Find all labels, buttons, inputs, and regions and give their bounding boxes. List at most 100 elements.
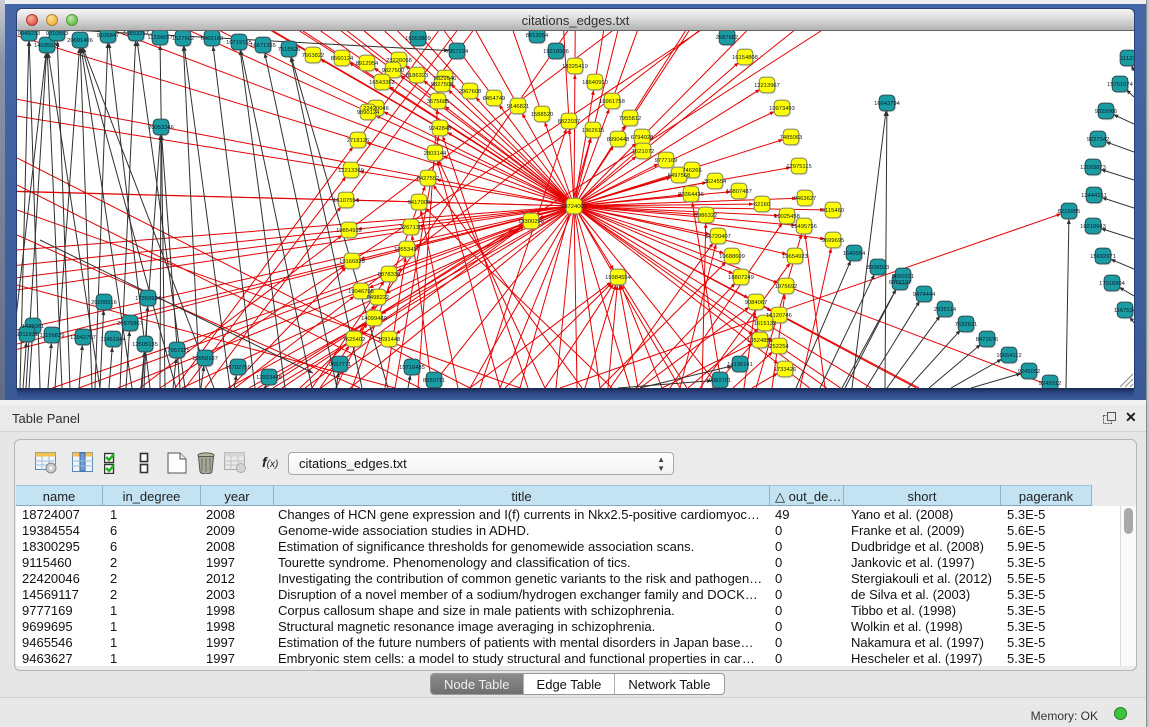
svg-text:16107554: 16107554 — [333, 198, 360, 204]
svg-text:19654923: 19654923 — [782, 254, 808, 260]
svg-text:14136141: 14136141 — [727, 362, 753, 368]
svg-text:10807487: 10807487 — [726, 189, 752, 195]
svg-text:9245012: 9245012 — [1039, 381, 1062, 387]
svg-text:10973493: 10973493 — [769, 106, 795, 112]
svg-text:1362615: 1362615 — [582, 128, 605, 134]
svg-text:1640954: 1640954 — [843, 251, 866, 257]
svg-text:12942757: 12942757 — [70, 335, 96, 341]
svg-text:9777169: 9777169 — [655, 158, 678, 164]
svg-text:12975115: 12975115 — [786, 164, 811, 170]
svg-text:8822037: 8822037 — [558, 119, 581, 125]
svg-text:12213967: 12213967 — [754, 83, 780, 89]
svg-text:9417006: 9417006 — [408, 200, 431, 206]
svg-text:1975692: 1975692 — [775, 284, 798, 290]
svg-text:12093873: 12093873 — [1080, 165, 1106, 171]
svg-text:3675685: 3675685 — [427, 99, 450, 105]
svg-text:11234557: 11234557 — [147, 35, 172, 41]
svg-text:16671355: 16671355 — [250, 43, 276, 49]
svg-text:15720407: 15720407 — [705, 234, 731, 240]
svg-text:9242848: 9242848 — [429, 126, 452, 132]
svg-text:9890124: 9890124 — [357, 110, 380, 116]
svg-text:1733426: 1733426 — [774, 367, 797, 373]
svg-text:11451944: 11451944 — [100, 337, 126, 343]
svg-text:8660124: 8660124 — [331, 56, 354, 62]
svg-text:9827500: 9827500 — [382, 68, 405, 74]
svg-text:9657771: 9657771 — [329, 362, 352, 368]
svg-text:12213369: 12213369 — [338, 168, 364, 174]
svg-text:2687682: 2687682 — [716, 35, 739, 41]
svg-text:62160: 62160 — [754, 202, 770, 208]
svg-text:17359924: 17359924 — [135, 296, 162, 302]
svg-text:7632621: 7632621 — [955, 322, 978, 328]
svg-text:746266: 746266 — [682, 168, 701, 174]
svg-text:20053346: 20053346 — [148, 125, 174, 131]
svg-text:252254: 252254 — [769, 344, 789, 350]
svg-text:23226058: 23226058 — [386, 58, 412, 64]
svg-text:16210643: 16210643 — [1080, 224, 1106, 230]
svg-text:16154808: 16154808 — [732, 55, 758, 61]
svg-text:7357224: 7357224 — [446, 49, 469, 55]
svg-text:16120746: 16120746 — [766, 313, 792, 319]
svg-text:9245052: 9245052 — [1018, 369, 1041, 375]
svg-text:3267130: 3267130 — [400, 225, 423, 231]
svg-text:1588520: 1588520 — [531, 112, 554, 118]
svg-text:8454749: 8454749 — [483, 96, 506, 102]
svg-text:9084067: 9084067 — [745, 300, 768, 306]
svg-text:6794028: 6794028 — [631, 135, 654, 141]
svg-text:16543362: 16543362 — [369, 80, 395, 86]
svg-text:12923448: 12923448 — [256, 375, 282, 381]
svg-text:7986322: 7986322 — [695, 213, 718, 219]
svg-text:9329966: 9329966 — [1095, 109, 1118, 115]
svg-text:10958107: 10958107 — [192, 356, 218, 362]
svg-text:1615132: 1615132 — [754, 321, 777, 327]
svg-text:8650711: 8650711 — [423, 378, 445, 384]
svg-text:9106847: 9106847 — [97, 33, 120, 39]
svg-text:17957225: 17957225 — [164, 348, 190, 354]
svg-text:10688609: 10688609 — [719, 254, 745, 260]
svg-text:16782759: 16782759 — [225, 365, 251, 371]
svg-text:14035571: 14035571 — [34, 43, 60, 49]
svg-text:9146821: 9146821 — [507, 104, 530, 110]
svg-text:18640910: 18640910 — [582, 80, 608, 86]
svg-text:2967608: 2967608 — [459, 89, 482, 95]
svg-text:19384554: 19384554 — [605, 275, 632, 281]
svg-text:9498222: 9498222 — [367, 295, 390, 301]
svg-text:7663822: 7663822 — [302, 53, 325, 59]
svg-text:20206516: 20206516 — [91, 300, 117, 306]
svg-text:6466160: 6466160 — [201, 36, 224, 42]
svg-text:9650331: 9650331 — [892, 274, 915, 280]
svg-text:10654112: 10654112 — [996, 353, 1021, 359]
svg-text:1167534: 1167534 — [1114, 308, 1134, 314]
svg-text:15692971: 15692971 — [1090, 254, 1116, 260]
svg-text:10719155: 10719155 — [226, 40, 252, 46]
svg-text:20364436: 20364436 — [678, 192, 704, 198]
svg-text:19553416: 19553416 — [394, 247, 420, 253]
svg-text:9463627: 9463627 — [794, 196, 817, 202]
svg-text:1691448: 1691448 — [378, 337, 401, 343]
svg-text:8471676: 8471676 — [976, 337, 999, 343]
svg-text:8186323: 8186323 — [406, 73, 429, 79]
svg-text:7485063: 7485063 — [780, 135, 803, 141]
svg-text:10025458: 10025458 — [774, 214, 800, 220]
svg-text:7515526: 7515526 — [278, 47, 301, 53]
svg-text:11156829: 11156829 — [40, 333, 65, 339]
svg-text:8990448: 8990448 — [607, 137, 630, 143]
svg-text:20975867: 20975867 — [117, 321, 143, 327]
svg-text:8215955: 8215955 — [1058, 209, 1081, 215]
svg-text:9310563: 9310563 — [46, 31, 69, 37]
svg-text:8813054: 8813054 — [526, 33, 549, 39]
svg-text:1621072: 1621072 — [632, 149, 655, 155]
svg-text:2718126: 2718126 — [347, 138, 370, 144]
svg-text:9699695: 9699695 — [822, 238, 845, 244]
svg-text:3624554: 3624554 — [704, 179, 727, 185]
svg-text:9082701: 9082701 — [709, 378, 732, 384]
svg-text:11123: 11123 — [1120, 56, 1134, 62]
svg-text:8427552: 8427552 — [417, 176, 440, 182]
svg-text:8938923: 8938923 — [867, 265, 890, 271]
svg-text:19854932: 19854932 — [336, 228, 362, 234]
svg-text:18300295: 18300295 — [518, 219, 544, 225]
svg-text:2803144: 2803144 — [424, 151, 447, 157]
svg-text:18807249: 18807249 — [728, 275, 754, 281]
svg-text:10853257: 10853257 — [123, 31, 149, 37]
svg-text:15751074: 15751074 — [1107, 82, 1134, 88]
